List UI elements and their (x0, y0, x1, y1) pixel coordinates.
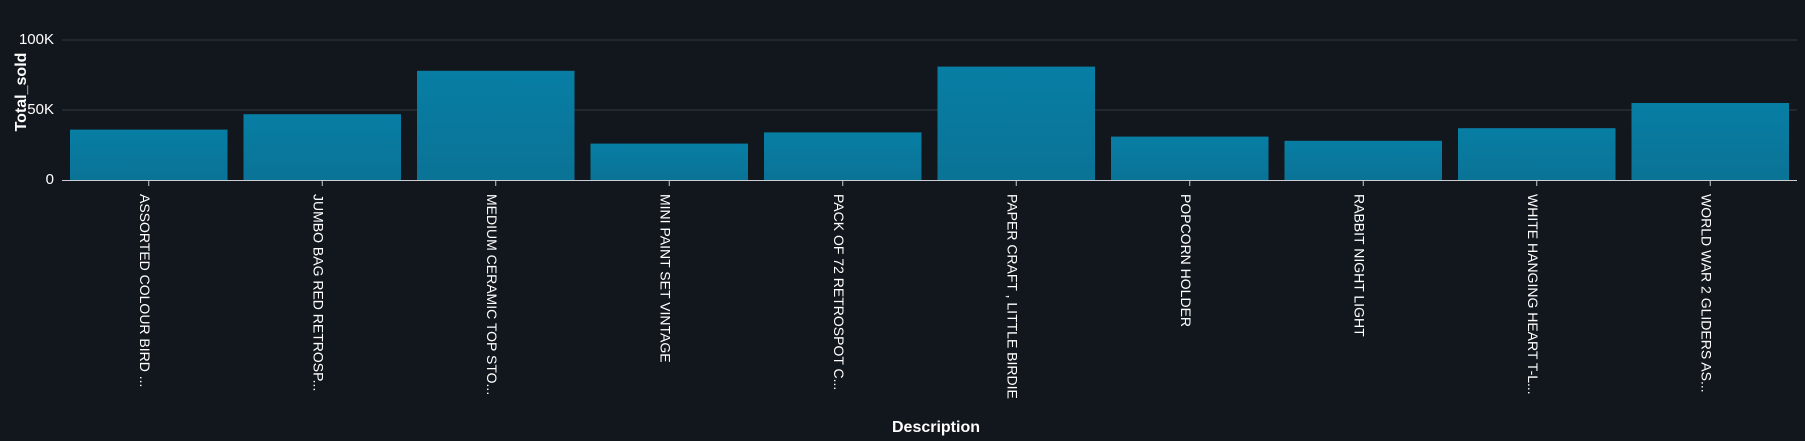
bar[interactable] (937, 66, 1096, 180)
x-tick-label: ASSORTED COLOUR BIRD ... (137, 194, 153, 387)
x-axis-title: Description (892, 419, 980, 436)
y-tick-label: 50K (27, 101, 54, 118)
bar[interactable] (1111, 136, 1269, 180)
bar[interactable] (1631, 103, 1790, 180)
bar-chart: 0 50K 100K ASSORTED COLOUR BIRD ... JUMBO BA… (0, 0, 1805, 441)
axes (62, 180, 1797, 186)
bar[interactable] (243, 114, 402, 180)
bar[interactable] (417, 70, 575, 180)
x-tick-label: PACK OF 72 RETROSPOT C... (831, 194, 847, 390)
chart-canvas: 0 50K 100K ASSORTED COLOUR BIRD ... JUMBO BA… (13, 31, 1797, 436)
x-tick-label: RABBIT NIGHT LIGHT (1352, 194, 1368, 337)
bar[interactable] (1458, 128, 1616, 180)
bar[interactable] (1284, 140, 1443, 180)
y-axis-title: Total_sold (13, 53, 30, 132)
tick-labels: 0 50K 100K ASSORTED COLOUR BIRD ... JUMBO BA… (19, 31, 1715, 399)
bars (70, 66, 1790, 180)
x-tick-label: MEDIUM CERAMIC TOP STO... (484, 194, 500, 395)
bar[interactable] (764, 132, 922, 180)
y-tick-label: 100K (19, 31, 54, 48)
x-tick-label: MINI PAINT SET VINTAGE (658, 194, 674, 363)
x-tick-label: WORLD WAR 2 GLIDERS AS... (1699, 194, 1715, 393)
bar[interactable] (70, 129, 228, 180)
bar[interactable] (590, 143, 749, 180)
x-tick-label: POPCORN HOLDER (1178, 194, 1194, 327)
y-tick-label: 0 (46, 171, 54, 188)
gridlines (62, 39, 1797, 111)
x-tick-label: JUMBO BAG RED RETROSP... (311, 194, 327, 391)
x-tick-label: WHITE HANGING HEART T-L... (1525, 194, 1541, 395)
x-tick-label: PAPER CRAFT , LITTLE BIRDIE (1005, 194, 1021, 399)
